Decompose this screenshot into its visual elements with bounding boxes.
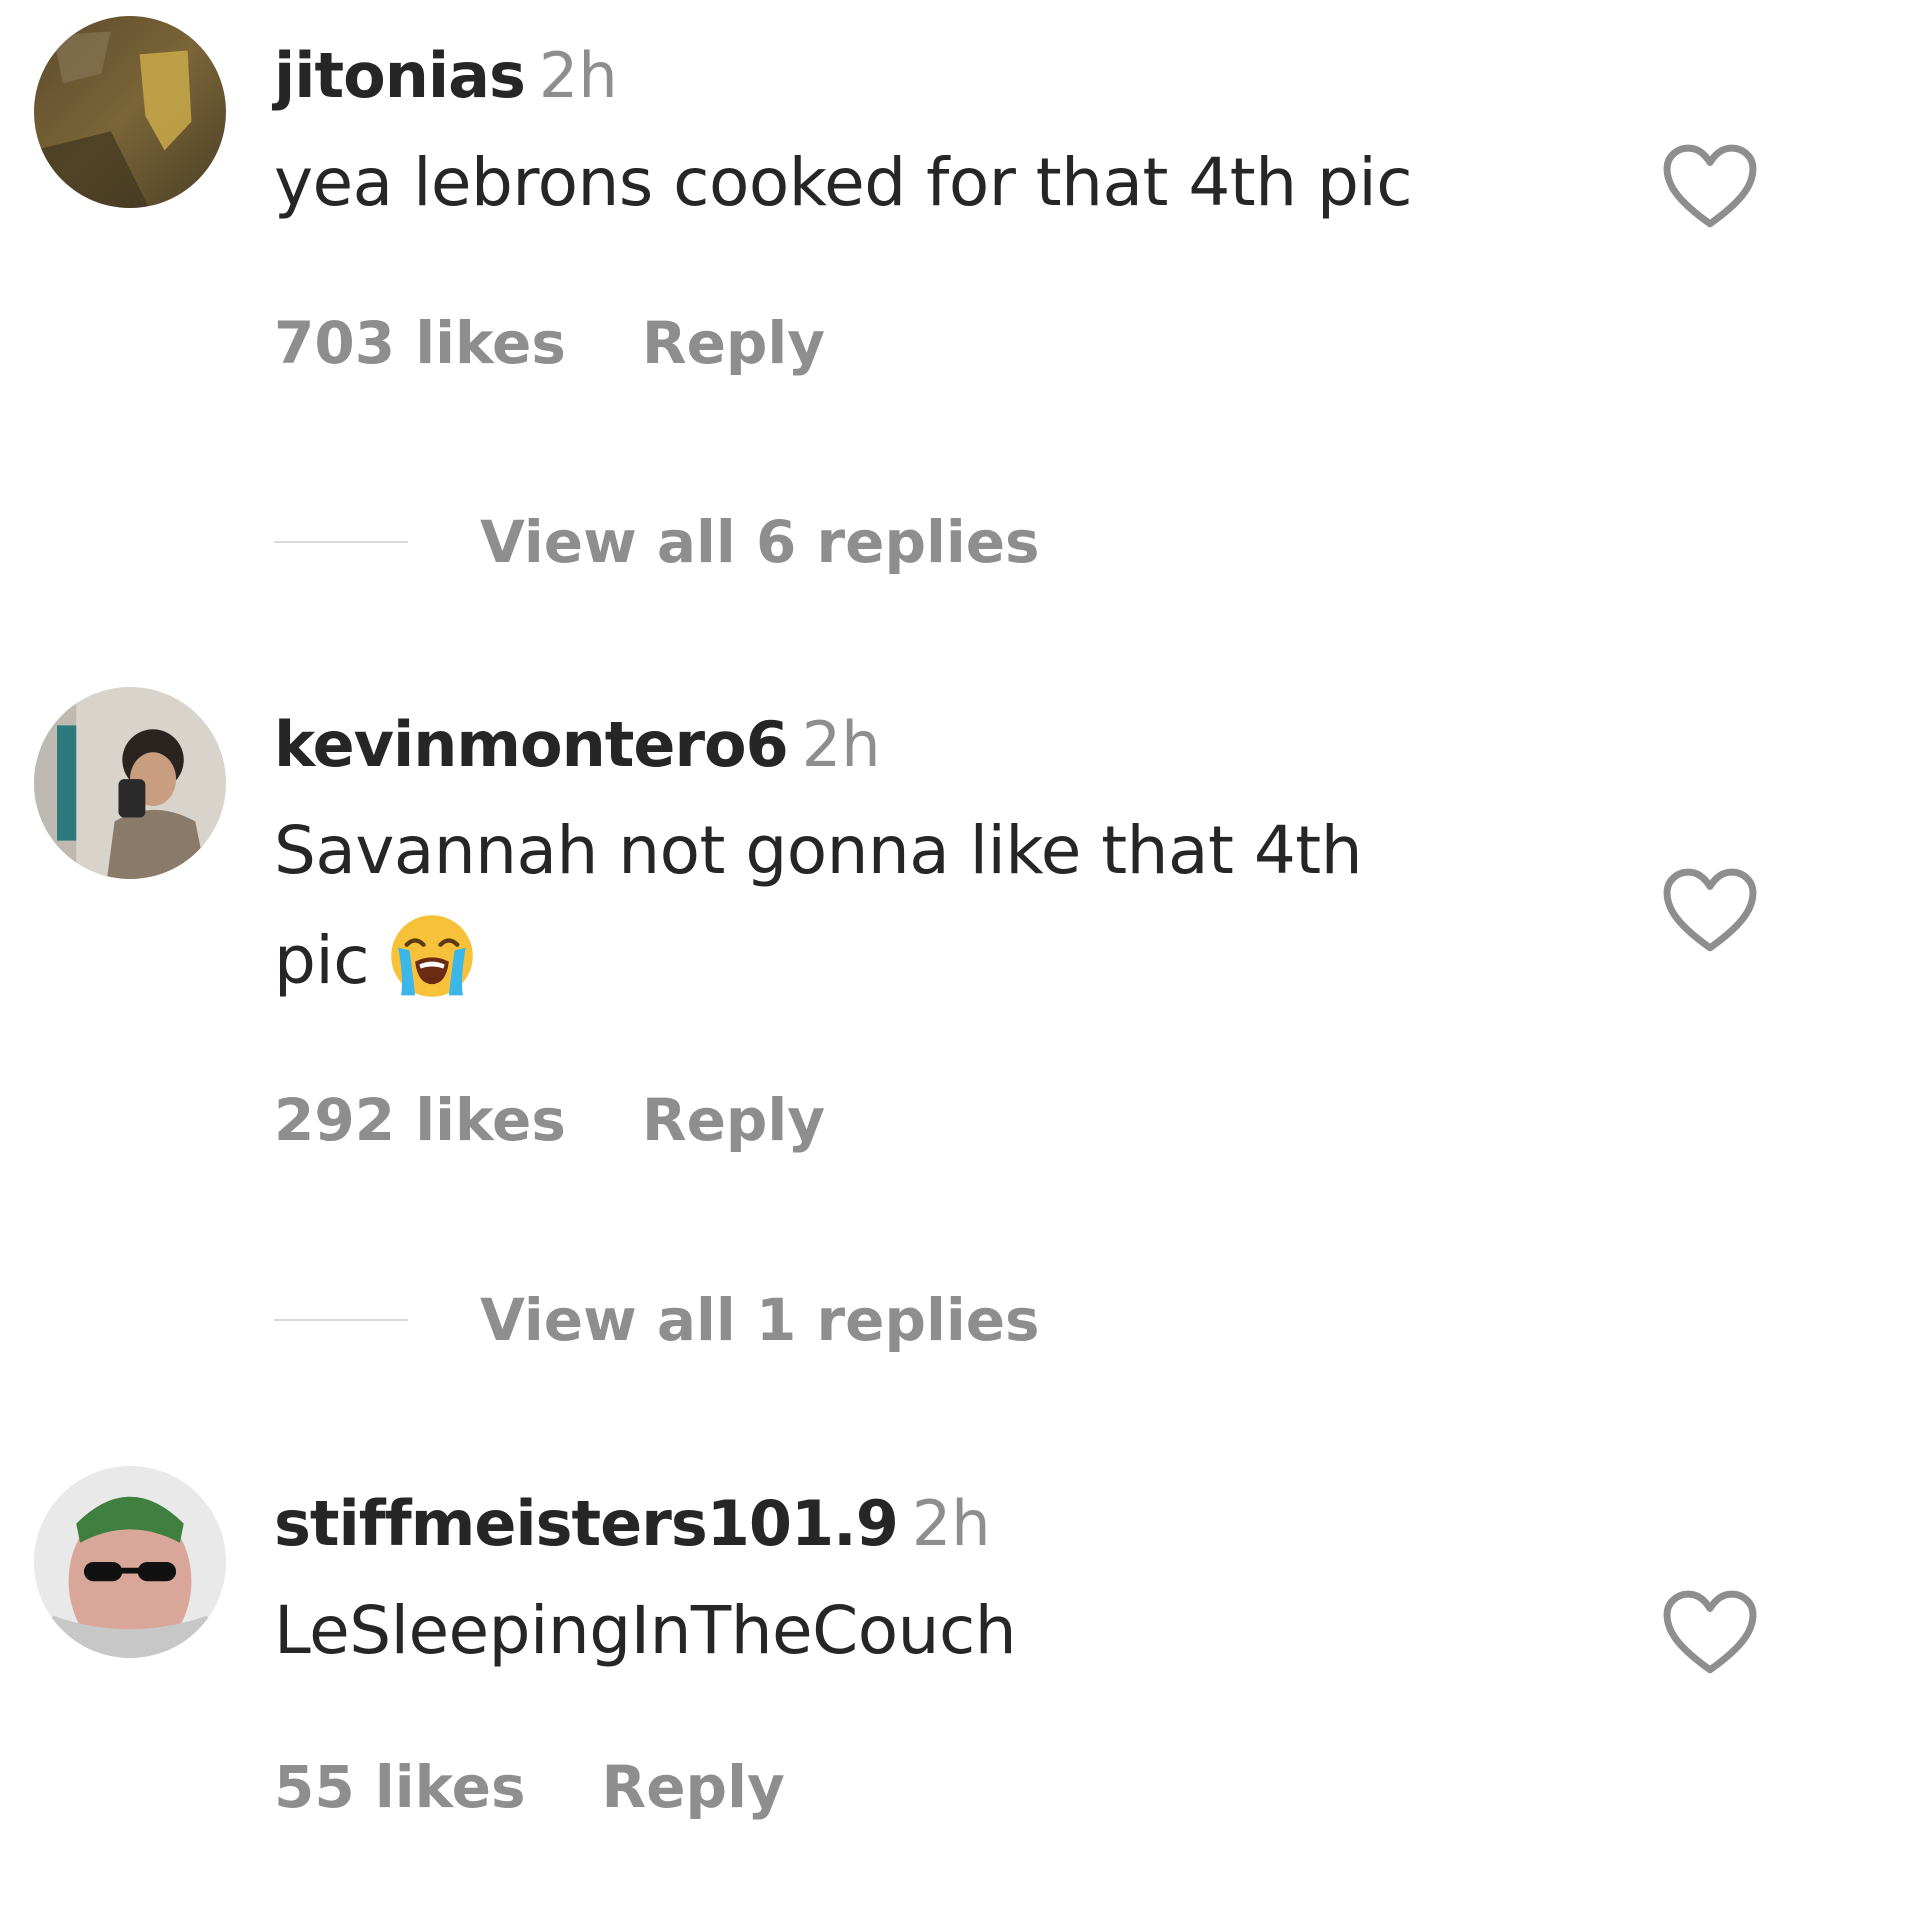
timestamp[interactable]: 2h bbox=[912, 1487, 991, 1560]
comment-actions: 55 likes Reply bbox=[274, 1758, 785, 1816]
avatar[interactable] bbox=[34, 1466, 226, 1658]
reply-button[interactable]: Reply bbox=[602, 1753, 785, 1821]
like-button[interactable] bbox=[1660, 1588, 1760, 1678]
heart-outline-icon bbox=[1663, 1590, 1757, 1674]
comment-text: LeSleepingInTheCouch bbox=[274, 1576, 1017, 1686]
comment-header: stiffmeisters101.9 2h bbox=[274, 1493, 991, 1555]
username-link[interactable]: stiffmeisters101.9 bbox=[274, 1487, 899, 1560]
comment-text-line: LeSleepingInTheCouch bbox=[274, 1592, 1017, 1669]
comment-item: stiffmeisters101.9 2h LeSleepingInTheCouc… bbox=[0, 0, 1920, 1920]
like-count[interactable]: 55 likes bbox=[274, 1753, 526, 1821]
profile-photo-icon bbox=[34, 1466, 226, 1658]
